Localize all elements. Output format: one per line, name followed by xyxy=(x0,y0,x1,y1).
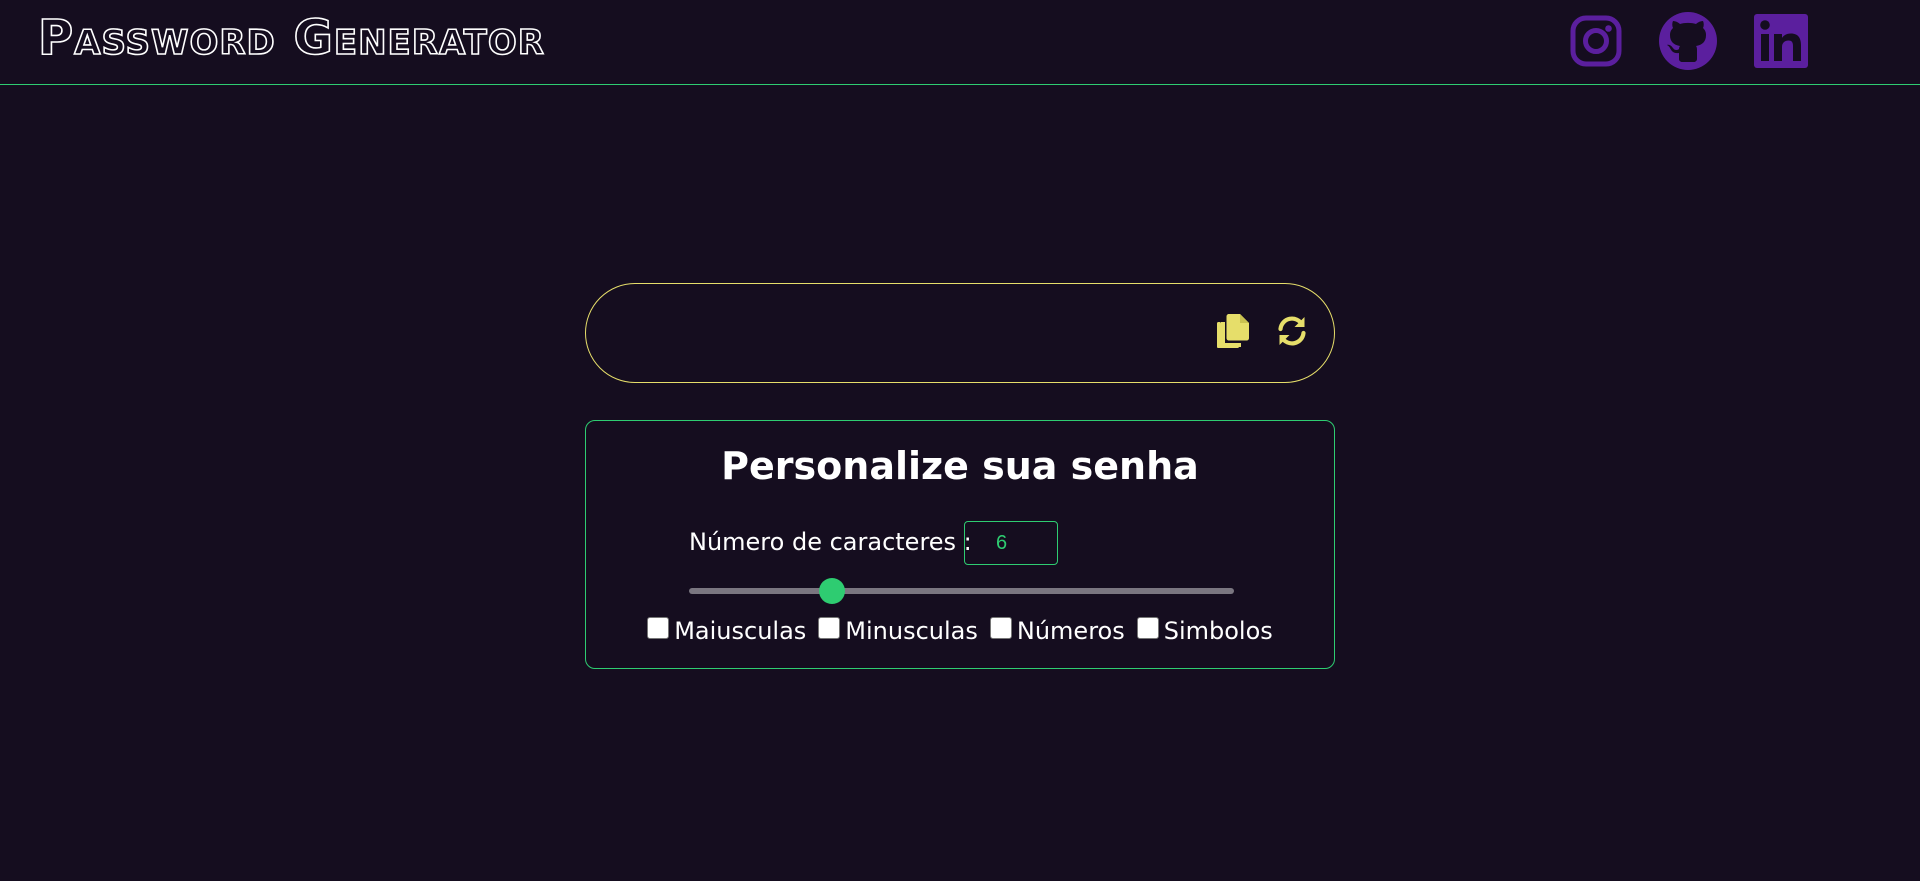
option-simbolos[interactable]: Simbolos xyxy=(1136,616,1273,646)
refresh-button[interactable] xyxy=(1270,311,1314,355)
option-label: Maiusculas xyxy=(674,617,807,645)
length-input[interactable]: 6 xyxy=(964,521,1058,565)
app-logo: Password Generator xyxy=(37,9,545,67)
checkbox[interactable] xyxy=(1136,617,1159,639)
header-bar: Password Generator xyxy=(0,0,1920,85)
options-group: Maiusculas Minusculas Números Simbolos xyxy=(586,616,1334,646)
copy-button[interactable] xyxy=(1211,311,1255,355)
copy-icon xyxy=(1215,312,1251,354)
option-maiusculas[interactable]: Maiusculas xyxy=(647,616,806,646)
github-link[interactable] xyxy=(1659,12,1717,70)
checkbox[interactable] xyxy=(989,617,1012,639)
option-minusculas[interactable]: Minusculas xyxy=(818,616,978,646)
instagram-icon xyxy=(1570,15,1622,67)
github-icon xyxy=(1659,12,1717,70)
checkbox[interactable] xyxy=(647,617,670,639)
length-label: Número de caracteres : xyxy=(689,528,972,556)
instagram-link[interactable] xyxy=(1568,13,1624,69)
length-slider[interactable] xyxy=(689,578,1234,604)
panel-title: Personalize sua senha xyxy=(721,444,1199,488)
option-label: Simbolos xyxy=(1163,617,1273,645)
option-label: Números xyxy=(1016,617,1125,645)
slider-thumb[interactable] xyxy=(819,578,846,604)
password-output[interactable] xyxy=(626,314,1170,356)
option-numeros[interactable]: Números xyxy=(989,616,1125,646)
settings-panel: Personalize sua senha Número de caracter… xyxy=(585,420,1335,669)
password-display xyxy=(585,283,1335,383)
linkedin-link[interactable] xyxy=(1753,13,1809,69)
refresh-icon xyxy=(1275,314,1309,352)
option-label: Minusculas xyxy=(845,617,978,645)
linkedin-icon xyxy=(1754,14,1808,68)
checkbox[interactable] xyxy=(818,617,841,639)
